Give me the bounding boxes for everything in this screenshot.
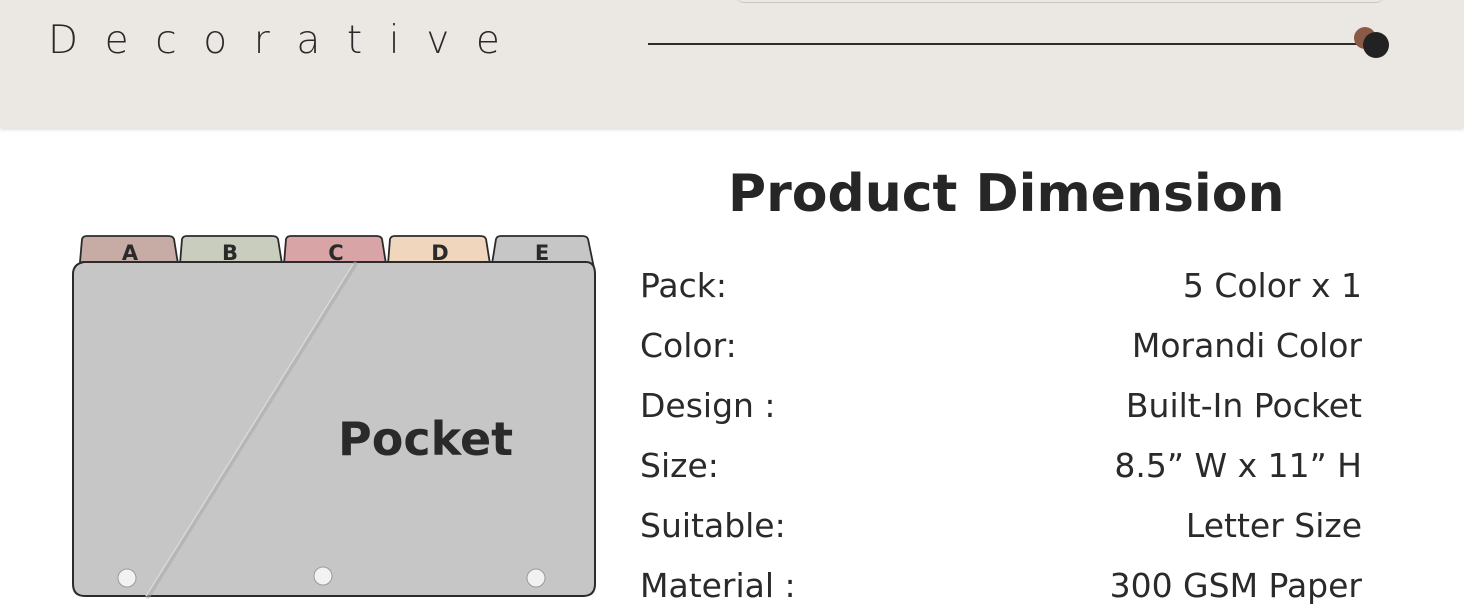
- punch-hole: [526, 568, 546, 588]
- header-title: Decorative: [48, 18, 527, 63]
- spec-value: Morandi Color: [1131, 326, 1362, 365]
- spec-label: Size:: [640, 446, 719, 485]
- spec-value: Letter Size: [1185, 506, 1362, 545]
- spec-row-size: Size: 8.5” W x 11” H: [640, 446, 1370, 496]
- spec-label: Material :: [640, 566, 796, 605]
- spec-row-pack: Pack: 5 Color x 1: [640, 266, 1370, 316]
- pocket-divider-illustration: A B C D E: [72, 235, 596, 599]
- punch-hole: [117, 568, 137, 588]
- spec-value: Built-In Pocket: [1125, 386, 1362, 425]
- spec-row-color: Color: Morandi Color: [640, 326, 1370, 376]
- divider-body: [72, 261, 596, 597]
- spec-label: Suitable:: [640, 506, 786, 545]
- spec-row-suitable: Suitable: Letter Size: [640, 506, 1370, 556]
- spec-row-design: Design : Built-In Pocket: [640, 386, 1370, 436]
- punch-hole: [313, 566, 333, 586]
- spec-label: Pack:: [640, 266, 728, 305]
- section-title: Product Dimension: [728, 164, 1285, 224]
- spec-label: Color:: [640, 326, 737, 365]
- pocket-label: Pocket: [338, 412, 514, 466]
- header-rule: [648, 43, 1370, 45]
- spec-value: 8.5” W x 11” H: [1114, 446, 1362, 485]
- spec-value: 5 Color x 1: [1182, 266, 1362, 305]
- spec-row-material: Material : 300 GSM Paper: [640, 566, 1370, 616]
- dot-icon: [1363, 32, 1389, 58]
- header-banner: Decorative: [0, 0, 1464, 128]
- header-top-bar: [736, 0, 1384, 3]
- spec-label: Design :: [640, 386, 776, 425]
- spec-value: 300 GSM Paper: [1109, 566, 1362, 605]
